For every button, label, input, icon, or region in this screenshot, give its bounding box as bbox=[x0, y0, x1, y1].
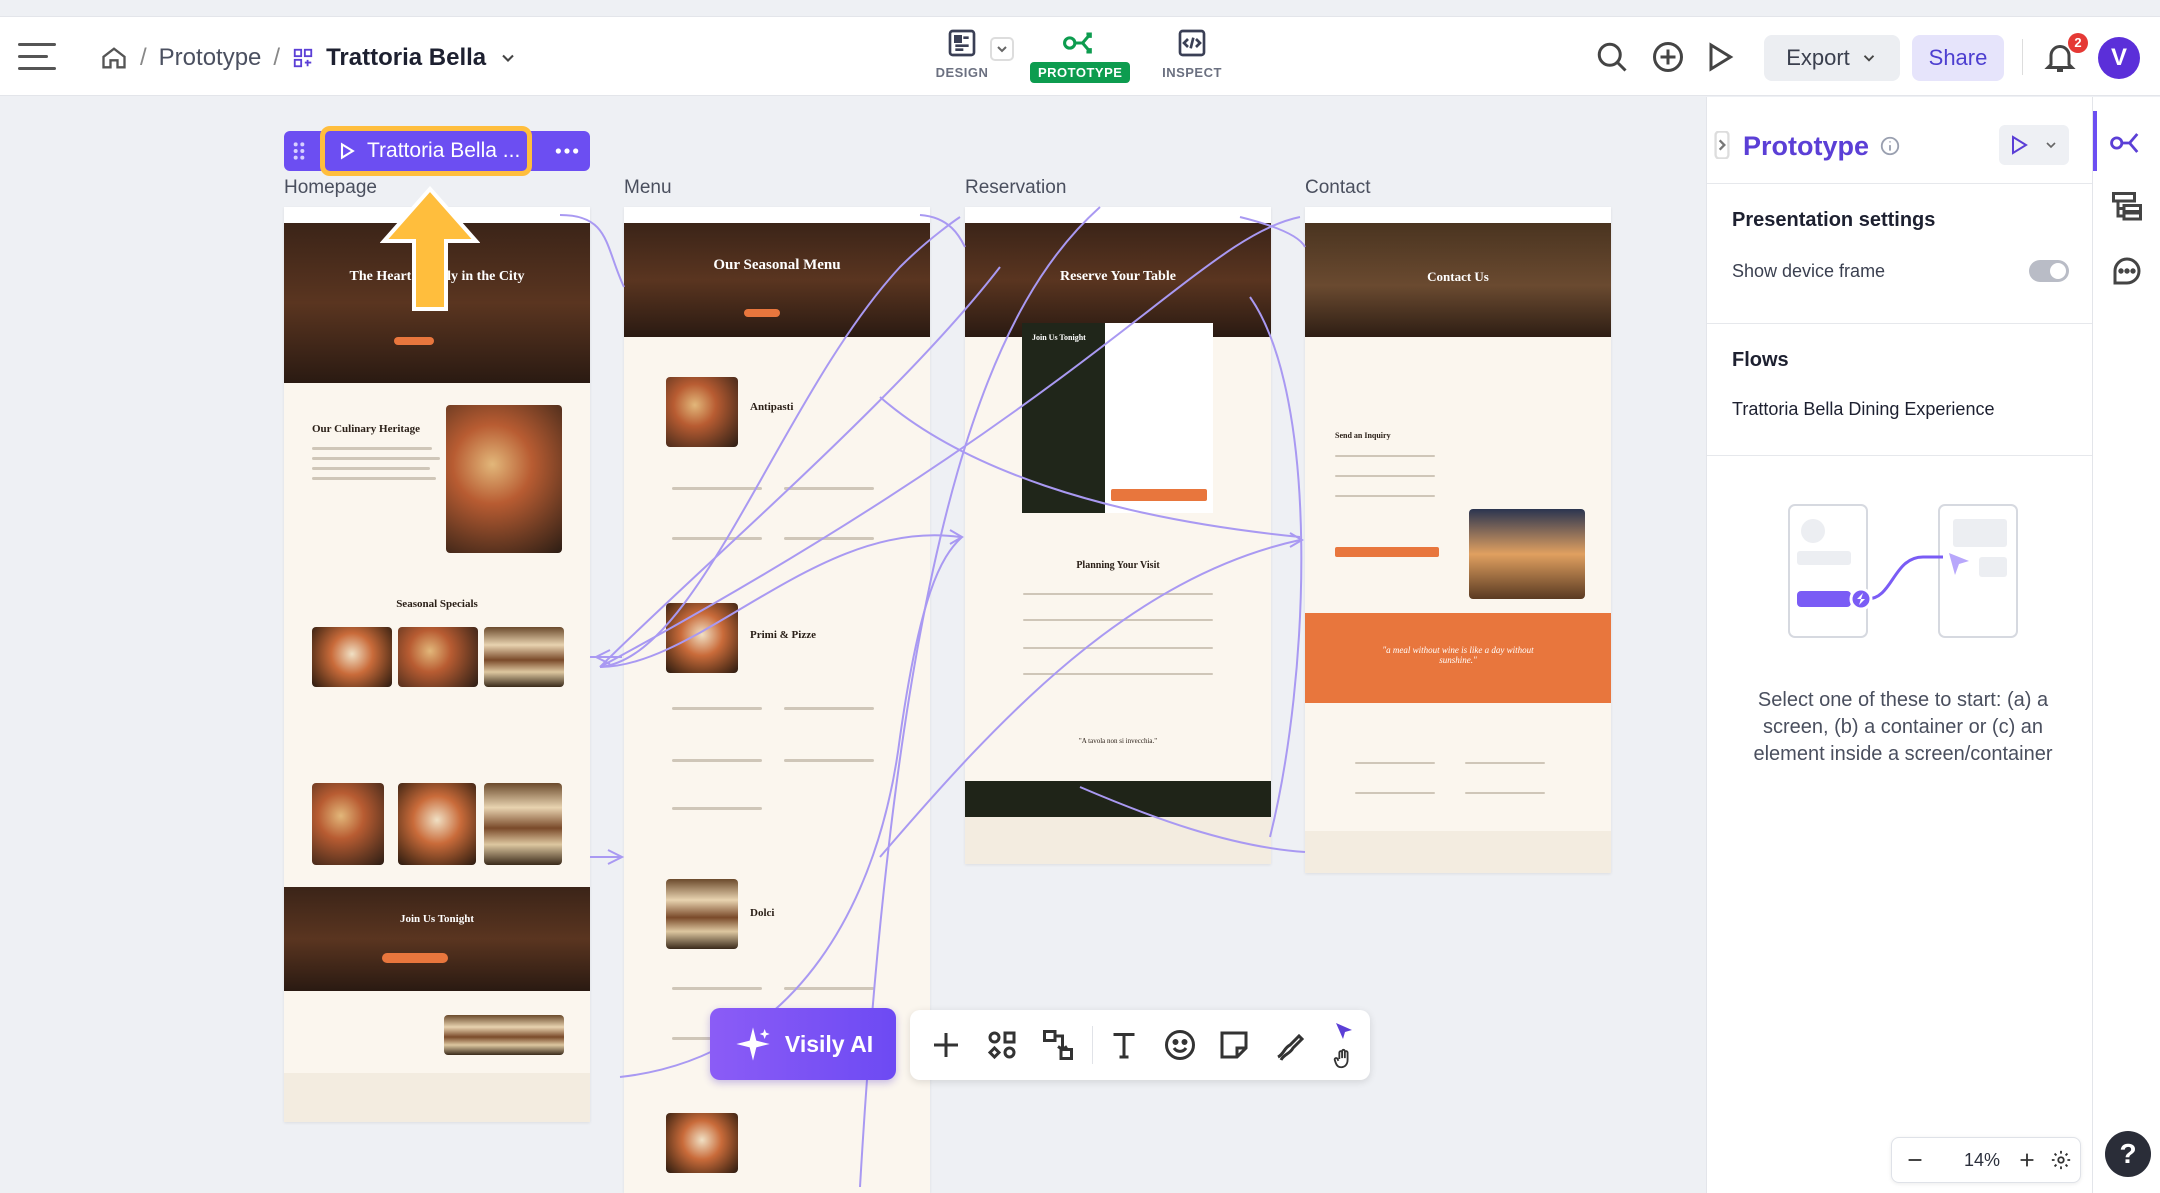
play-icon bbox=[340, 142, 355, 160]
info-icon[interactable] bbox=[1879, 135, 1901, 157]
comment-icon[interactable] bbox=[2109, 253, 2145, 289]
flow-illustration bbox=[1788, 504, 2018, 638]
share-button[interactable]: Share bbox=[1912, 35, 2004, 81]
chevron-down-icon[interactable] bbox=[990, 37, 1014, 61]
sticky-note-icon[interactable] bbox=[1216, 1027, 1252, 1063]
home-icon[interactable] bbox=[100, 44, 128, 72]
text-icon[interactable] bbox=[1106, 1027, 1142, 1063]
divider bbox=[1092, 1026, 1093, 1064]
flow-icon[interactable] bbox=[1040, 1027, 1076, 1063]
search-icon[interactable] bbox=[1594, 39, 1630, 75]
tab-prototype[interactable]: PROTOTYPE bbox=[1030, 27, 1131, 83]
app-window: / Prototype / Trattoria Bella DESIGN PRO… bbox=[0, 0, 2160, 1193]
flow-arrow bbox=[619, 536, 963, 1078]
flow-arrow bbox=[599, 534, 961, 668]
show-device-frame-label: Show device frame bbox=[1732, 261, 1886, 281]
breadcrumb-file[interactable]: Trattoria Bella bbox=[326, 44, 486, 72]
chevron-down-icon[interactable] bbox=[498, 48, 518, 68]
notification-badge: 2 bbox=[2068, 33, 2088, 53]
flow-arrow bbox=[559, 214, 625, 288]
flow-arrow bbox=[599, 266, 1001, 668]
layers-icon[interactable] bbox=[2109, 189, 2145, 225]
zoom-control: 14% bbox=[1891, 1137, 2081, 1183]
breadcrumb: / Prototype / Trattoria Bella bbox=[100, 41, 518, 75]
flow-arrow bbox=[879, 396, 1301, 538]
top-bar: / Prototype / Trattoria Bella DESIGN PRO… bbox=[0, 16, 2160, 96]
active-indicator bbox=[2093, 111, 2097, 171]
presentation-settings-heading: Presentation settings bbox=[1732, 209, 1936, 231]
chevron-down-icon bbox=[1863, 55, 1874, 62]
add-icon[interactable] bbox=[1650, 39, 1686, 75]
divider bbox=[2022, 39, 2023, 75]
hand-icon[interactable] bbox=[1332, 1048, 1354, 1070]
tab-inspect[interactable]: INSPECT bbox=[1142, 27, 1242, 80]
divider bbox=[1707, 455, 2093, 456]
settings-icon[interactable] bbox=[2050, 1149, 2072, 1171]
components-icon[interactable] bbox=[984, 1027, 1020, 1063]
show-device-frame-toggle[interactable] bbox=[2029, 260, 2069, 282]
prototype-file-icon bbox=[293, 48, 313, 68]
main-menu-icon[interactable] bbox=[18, 39, 60, 75]
drawing-toolbar bbox=[910, 1010, 1370, 1080]
visily-ai-button[interactable]: Visily AI bbox=[710, 1008, 896, 1080]
flow-arrow bbox=[1079, 786, 1306, 853]
panel-title: Prototype bbox=[1743, 131, 1870, 161]
collapse-panel-icon[interactable] bbox=[1713, 131, 1731, 159]
play-prototype-button[interactable] bbox=[1999, 125, 2069, 165]
play-icon bbox=[2012, 135, 2028, 155]
prototype-panel: Prototype Presentation settings Show dev… bbox=[1706, 97, 2093, 1193]
play-icon[interactable] bbox=[1702, 39, 1738, 75]
frame-toolbar: Trattoria Bella ... bbox=[284, 126, 590, 176]
avatar[interactable]: V bbox=[2098, 37, 2140, 79]
flow-arrow bbox=[1239, 216, 1306, 248]
emoji-icon[interactable] bbox=[1162, 1027, 1198, 1063]
zoom-level[interactable]: 14% bbox=[1952, 1150, 2012, 1171]
breadcrumb-separator: / bbox=[140, 44, 147, 71]
flow-arrow bbox=[599, 216, 961, 668]
help-button[interactable]: ? bbox=[2105, 1131, 2151, 1177]
breadcrumb-project[interactable]: Prototype bbox=[159, 44, 262, 72]
zoom-out-icon[interactable] bbox=[1904, 1149, 1926, 1171]
mode-switcher: DESIGN PROTOTYPE INSPECT bbox=[912, 27, 1242, 93]
play-flow-button[interactable]: Trattoria Bella ... bbox=[320, 126, 532, 176]
prototype-icon bbox=[1063, 32, 1092, 54]
cursor-icon[interactable] bbox=[1332, 1020, 1356, 1044]
drag-handle-icon[interactable] bbox=[292, 141, 306, 161]
export-button[interactable]: Export bbox=[1764, 35, 1900, 81]
sparkle-icon bbox=[736, 1027, 770, 1061]
flow-arrow bbox=[599, 216, 1301, 668]
flows-heading: Flows bbox=[1732, 349, 1789, 371]
play-flow-label: Trattoria Bella ... bbox=[367, 139, 521, 162]
zoom-in-icon[interactable] bbox=[2016, 1149, 2038, 1171]
add-icon[interactable] bbox=[928, 1027, 964, 1063]
code-icon bbox=[1178, 29, 1206, 57]
chevron-down-icon bbox=[2046, 142, 2056, 149]
more-icon[interactable] bbox=[554, 141, 580, 161]
breadcrumb-separator: / bbox=[273, 44, 281, 71]
highlight-arrow-icon bbox=[380, 185, 480, 311]
flow-arrow bbox=[879, 539, 1301, 858]
divider bbox=[1707, 183, 2093, 184]
helper-text: Select one of these to start: (a) a scre… bbox=[1753, 689, 2053, 765]
prototype-icon[interactable] bbox=[2109, 125, 2145, 161]
divider bbox=[1707, 323, 2093, 324]
pen-icon[interactable] bbox=[1272, 1027, 1308, 1063]
design-canvas[interactable]: Homepage Menu Reservation Contact The He… bbox=[0, 97, 1706, 1193]
flow-item[interactable]: Trattoria Bella Dining Experience bbox=[1732, 399, 1994, 420]
flow-arrow bbox=[1249, 296, 1303, 838]
design-icon bbox=[948, 29, 976, 57]
right-rail: ? bbox=[2092, 97, 2160, 1193]
